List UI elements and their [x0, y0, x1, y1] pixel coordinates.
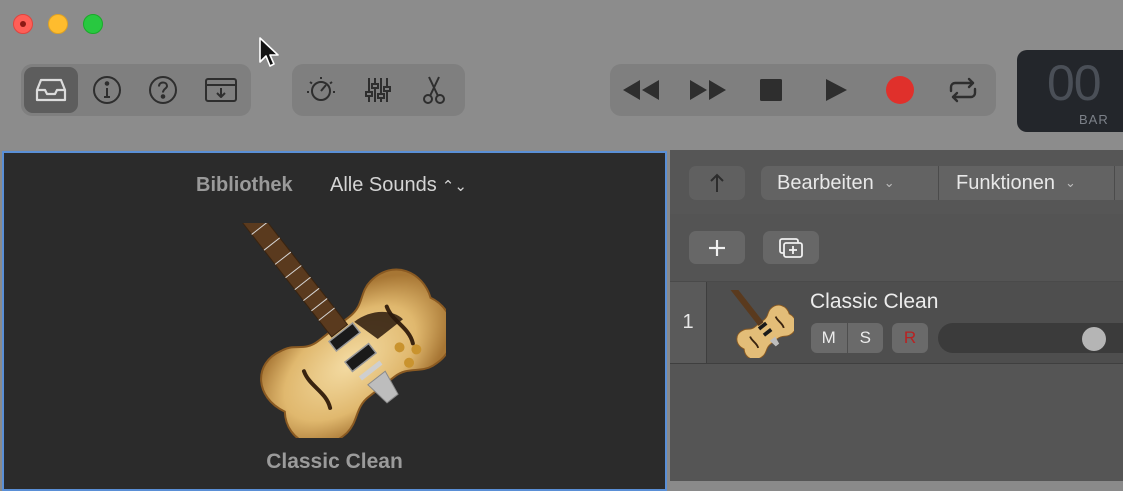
stop-icon: [760, 79, 782, 101]
cycle-button[interactable]: [936, 67, 990, 113]
mute-solo-group: M S: [811, 323, 883, 353]
up-down-chevron-icon: ⌃⌄: [441, 177, 467, 195]
back-up-button[interactable]: [689, 166, 745, 200]
track-row[interactable]: 1 Classic Clean M S R: [670, 282, 1123, 364]
menu-divider: [938, 166, 939, 200]
lcd-bar-label: BAR: [1079, 112, 1109, 127]
scissors-icon: [423, 76, 445, 104]
volume-slider-knob[interactable]: [1082, 327, 1106, 351]
tracks-menu-bar: Bearbeiten ⌄ Funktionen ⌄: [670, 150, 1123, 214]
fast-forward-button[interactable]: [681, 67, 735, 113]
inbox-tray-icon: [35, 78, 67, 102]
play-icon: [826, 79, 847, 101]
transport-controls: [610, 64, 996, 116]
rewind-icon: [623, 80, 659, 100]
fast-forward-icon: [690, 80, 726, 100]
tracks-area: Bearbeiten ⌄ Funktionen ⌄ 1 Classic Clea…: [670, 150, 1123, 481]
guitar-track-icon: [726, 290, 794, 358]
edit-menu-label: Bearbeiten: [777, 171, 874, 194]
plus-icon: [709, 239, 725, 256]
record-button[interactable]: [873, 67, 927, 113]
view-button-group: [21, 64, 251, 116]
toolbar: 00 BAR: [0, 0, 1123, 150]
functions-menu-label: Funktionen: [956, 171, 1055, 194]
library-filter-label: Alle Sounds: [330, 174, 437, 196]
edit-menu[interactable]: Bearbeiten ⌄: [777, 166, 895, 200]
help-question-icon: [149, 76, 177, 104]
smart-controls-dial-icon: [307, 77, 335, 101]
chevron-down-icon: ⌄: [883, 175, 895, 190]
library-title: Bibliothek: [196, 174, 293, 196]
edit-button-group: [292, 64, 465, 116]
duplicate-track-button[interactable]: [763, 231, 819, 264]
record-icon: [886, 76, 914, 104]
cycle-loop-icon: [949, 77, 977, 103]
mouse-pointer-icon: [259, 37, 279, 67]
download-button[interactable]: [194, 67, 248, 113]
add-track-button[interactable]: [689, 231, 745, 264]
info-button[interactable]: [80, 67, 134, 113]
solo-button[interactable]: S: [846, 323, 884, 353]
lcd-display[interactable]: 00 BAR: [1017, 50, 1123, 132]
zoom-window-button[interactable]: [83, 14, 103, 34]
track-name[interactable]: Classic Clean: [810, 290, 938, 314]
tracks-empty-area: [670, 364, 1123, 481]
guitar-patch-icon[interactable]: [226, 223, 446, 438]
library-patch-name: Classic Clean: [266, 450, 403, 473]
editors-button[interactable]: [407, 67, 461, 113]
record-enable-button[interactable]: R: [892, 323, 928, 353]
rewind-button[interactable]: [614, 67, 668, 113]
volume-slider[interactable]: [938, 323, 1123, 353]
track-header-toolbar: [670, 214, 1123, 282]
play-button[interactable]: [809, 67, 863, 113]
library-button[interactable]: [24, 67, 78, 113]
smart-controls-button[interactable]: [294, 67, 348, 113]
duplicate-track-icon: [779, 237, 803, 258]
chevron-down-icon: ⌄: [1064, 175, 1076, 190]
library-pane: Bibliothek Alle Sounds ⌃⌄ Classic Clean: [2, 151, 667, 491]
functions-menu[interactable]: Funktionen ⌄: [956, 166, 1076, 200]
mixer-sliders-icon: [365, 78, 391, 102]
help-button[interactable]: [136, 67, 190, 113]
download-tray-icon: [205, 78, 237, 102]
lcd-bar-value: 00: [1047, 55, 1102, 111]
track-number: 1: [670, 282, 707, 363]
arrow-up-left-icon: [710, 173, 724, 192]
menu-divider: [1114, 166, 1115, 200]
close-window-button[interactable]: [13, 14, 33, 34]
info-icon: [93, 76, 121, 104]
mute-button[interactable]: M: [811, 323, 847, 353]
mixer-button[interactable]: [351, 67, 405, 113]
tracks-menu-group: Bearbeiten ⌄ Funktionen ⌄: [761, 166, 1123, 200]
stop-button[interactable]: [744, 67, 798, 113]
library-filter-popup[interactable]: Alle Sounds ⌃⌄: [330, 174, 467, 197]
minimize-window-button[interactable]: [48, 14, 68, 34]
